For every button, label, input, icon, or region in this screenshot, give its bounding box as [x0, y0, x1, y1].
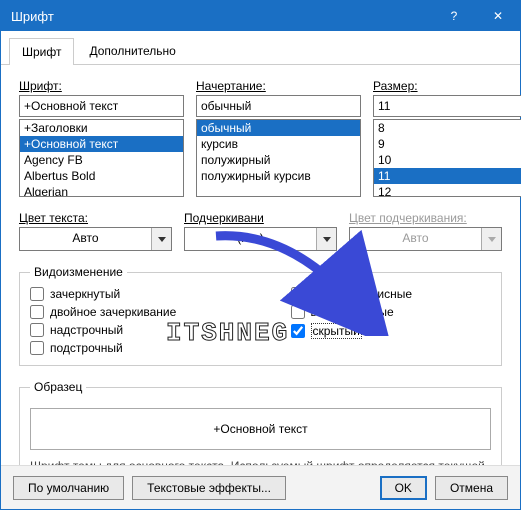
- all-caps-checkbox[interactable]: все прописные: [291, 305, 394, 319]
- help-button[interactable]: ?: [432, 1, 476, 31]
- cancel-button[interactable]: Отмена: [435, 476, 508, 500]
- double-strikethrough-checkbox[interactable]: двойное зачеркивание: [30, 305, 231, 319]
- list-item[interactable]: полужирный курсив: [197, 168, 360, 184]
- style-label: Начертание:: [196, 79, 361, 93]
- help-icon: ?: [451, 9, 458, 23]
- list-item[interactable]: +Основной текст: [20, 136, 183, 152]
- chevron-down-icon: [481, 228, 501, 250]
- font-label: Шрифт:: [19, 79, 184, 93]
- list-item[interactable]: Algerian: [20, 184, 183, 197]
- dialog-footer: По умолчанию Текстовые эффекты... OK Отм…: [1, 465, 520, 509]
- underline-style-label: Подчеркивани: [184, 211, 337, 225]
- set-default-button[interactable]: По умолчанию: [13, 476, 124, 500]
- style-listbox[interactable]: обычный курсив полужирный полужирный кур…: [196, 119, 361, 197]
- chevron-down-icon: [316, 228, 336, 250]
- effects-legend: Видоизменение: [30, 265, 127, 279]
- list-item[interactable]: 11: [374, 168, 521, 184]
- strikethrough-checkbox[interactable]: зачеркнутый: [30, 287, 231, 301]
- size-label: Размер:: [373, 79, 521, 93]
- list-item[interactable]: 12: [374, 184, 521, 197]
- dialog-content: Шрифт: +Заголовки +Основной текст Agency…: [1, 65, 520, 509]
- sample-legend: Образец: [30, 380, 86, 394]
- tab-strip: Шрифт Дополнительно: [1, 31, 520, 65]
- close-icon: ✕: [493, 9, 503, 23]
- list-item[interactable]: Agency FB: [20, 152, 183, 168]
- text-effects-button[interactable]: Текстовые эффекты...: [132, 476, 286, 500]
- subscript-checkbox[interactable]: подстрочный: [30, 341, 231, 355]
- list-item[interactable]: полужирный: [197, 152, 360, 168]
- font-input[interactable]: [19, 95, 184, 117]
- list-item[interactable]: курсив: [197, 136, 360, 152]
- list-item[interactable]: обычный: [197, 120, 360, 136]
- small-caps-checkbox[interactable]: малые прописные: [291, 287, 413, 301]
- list-item[interactable]: +Заголовки: [20, 120, 183, 136]
- style-input[interactable]: [196, 95, 361, 117]
- effects-group: Видоизменение зачеркнутый двойное зачерк…: [19, 265, 502, 366]
- window-title: Шрифт: [11, 9, 432, 24]
- font-color-combo[interactable]: Авто: [19, 227, 172, 251]
- underline-style-combo[interactable]: (нет): [184, 227, 337, 251]
- hidden-checkbox[interactable]: скрытый: [291, 323, 362, 339]
- list-item[interactable]: 8: [374, 120, 521, 136]
- font-color-label: Цвет текста:: [19, 211, 172, 225]
- tab-font[interactable]: Шрифт: [9, 38, 74, 65]
- sample-preview: +Основной текст: [30, 408, 491, 450]
- font-dialog-window: Шрифт ? ✕ Шрифт Дополнительно Шрифт: +За…: [0, 0, 521, 510]
- font-listbox[interactable]: +Заголовки +Основной текст Agency FB Alb…: [19, 119, 184, 197]
- underline-color-combo: Авто: [349, 227, 502, 251]
- chevron-down-icon: [151, 228, 171, 250]
- superscript-checkbox[interactable]: надстрочный: [30, 323, 231, 337]
- close-button[interactable]: ✕: [476, 1, 520, 31]
- underline-color-label: Цвет подчеркивания:: [349, 211, 502, 225]
- size-listbox[interactable]: 8 9 10 11 12: [373, 119, 521, 197]
- list-item[interactable]: 10: [374, 152, 521, 168]
- tab-advanced[interactable]: Дополнительно: [76, 37, 188, 64]
- list-item[interactable]: 9: [374, 136, 521, 152]
- titlebar: Шрифт ? ✕: [1, 1, 520, 31]
- ok-button[interactable]: OK: [380, 476, 427, 500]
- size-input[interactable]: [373, 95, 521, 117]
- list-item[interactable]: Albertus Bold: [20, 168, 183, 184]
